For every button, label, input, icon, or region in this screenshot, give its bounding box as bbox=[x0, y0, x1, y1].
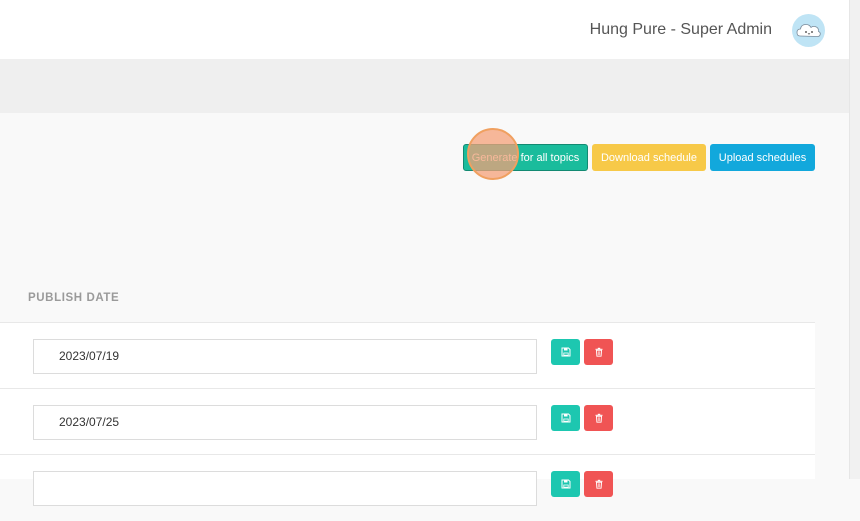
trash-icon bbox=[595, 347, 602, 357]
publish-date-input[interactable] bbox=[33, 471, 537, 506]
table-row: 2023/07/19 bbox=[0, 323, 815, 389]
publish-date-input[interactable]: 2023/07/25 bbox=[33, 405, 537, 440]
save-row-button[interactable] bbox=[551, 339, 580, 365]
save-icon bbox=[561, 413, 570, 423]
page-scrollbar[interactable] bbox=[849, 0, 860, 479]
delete-row-button[interactable] bbox=[584, 405, 613, 431]
download-schedule-button[interactable]: Download schedule bbox=[592, 144, 706, 171]
save-row-button[interactable] bbox=[551, 405, 580, 431]
delete-row-button[interactable] bbox=[584, 339, 613, 365]
generate-all-topics-button[interactable]: Generate for all topics bbox=[463, 144, 588, 171]
delete-row-button[interactable] bbox=[584, 471, 613, 497]
user-name[interactable]: Hung Pure - Super Admin bbox=[590, 21, 772, 39]
save-icon bbox=[561, 479, 570, 489]
schedule-table: 2023/07/19 2023/07/25 bbox=[0, 322, 815, 506]
cloud-avatar-icon[interactable] bbox=[792, 14, 825, 47]
table-row bbox=[0, 455, 815, 521]
trash-icon bbox=[595, 413, 602, 423]
sub-header-bar bbox=[0, 59, 849, 113]
table-row: 2023/07/25 bbox=[0, 389, 815, 455]
save-row-button[interactable] bbox=[551, 471, 580, 497]
publish-date-input[interactable]: 2023/07/19 bbox=[33, 339, 537, 374]
publish-date-column-header: PUBLISH DATE bbox=[28, 292, 120, 304]
upload-schedules-button[interactable]: Upload schedules bbox=[710, 144, 815, 171]
top-navbar: Hung Pure - Super Admin bbox=[0, 0, 849, 59]
save-icon bbox=[561, 347, 570, 357]
trash-icon bbox=[595, 479, 602, 489]
